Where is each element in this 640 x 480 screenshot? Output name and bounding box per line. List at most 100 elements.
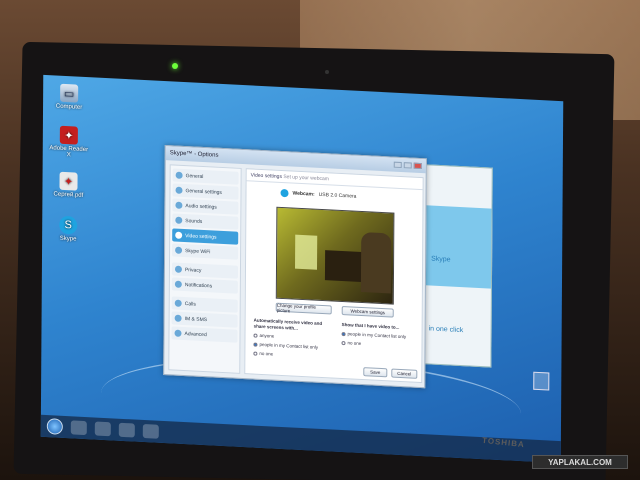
nav-label: Sounds xyxy=(185,217,203,225)
panel-subtitle: Set up your webcam xyxy=(283,174,329,183)
save-button[interactable]: Save xyxy=(363,367,388,378)
options-sidebar: General General settings Audio settings … xyxy=(168,164,242,374)
radio-contacts-only[interactable]: people in my Contact list only xyxy=(253,342,333,352)
minimize-button[interactable] xyxy=(393,161,402,169)
nav-label: Privacy xyxy=(184,266,202,274)
nav-label: Skype WiFi xyxy=(185,247,211,255)
recycle-bin-icon[interactable] xyxy=(533,371,550,391)
taskbar-media-icon[interactable] xyxy=(118,422,135,438)
webcam-lens xyxy=(325,70,329,74)
radio-label: no one xyxy=(347,340,362,347)
radio-selected-icon xyxy=(253,342,258,347)
radio-icon xyxy=(253,333,258,338)
skype-promo-text: in one click xyxy=(428,325,464,335)
nav-notifications[interactable]: Notifications xyxy=(171,277,238,294)
window-title: Skype™ - Options xyxy=(169,150,219,159)
skype-banner xyxy=(422,205,492,289)
show-video-group: Show that I have video to... people in m… xyxy=(341,322,421,350)
nav-privacy[interactable]: Privacy xyxy=(171,262,239,279)
computer-icon: ▭ xyxy=(60,83,79,103)
pdf-file-icon: ✦ xyxy=(59,171,78,191)
taskbar-ie-icon[interactable] xyxy=(70,420,87,436)
desktop-screen: ▭ Computer ✦ Adobe Reader X ✦ Сергей.pdf… xyxy=(40,74,564,464)
nav-skype-wifi[interactable]: Skype WiFi xyxy=(172,243,239,260)
nav-label: Video settings xyxy=(185,232,217,241)
radio-show-contacts[interactable]: people in my Contact list only xyxy=(341,331,422,341)
power-led xyxy=(172,63,178,69)
nav-calls[interactable]: Calls xyxy=(171,296,238,313)
radio-label: anyone xyxy=(259,332,275,339)
start-button[interactable] xyxy=(46,418,63,435)
settings-icon xyxy=(175,186,183,194)
nav-general-settings[interactable]: General settings xyxy=(172,183,239,200)
panel-title: Video settings xyxy=(250,172,282,180)
desktop-icon-label: Сергей.pdf xyxy=(53,191,84,199)
auto-receive-label: Automatically receive video and share sc… xyxy=(253,317,323,331)
radio-label: people in my Contact list only xyxy=(259,341,319,350)
nav-label: IM & SMS xyxy=(184,315,208,323)
gear-icon xyxy=(174,329,182,337)
nav-label: General xyxy=(185,172,204,180)
phone-icon xyxy=(174,299,182,307)
desktop-icon-computer[interactable]: ▭ Computer xyxy=(49,83,89,111)
taskbar-explorer-icon[interactable] xyxy=(94,421,111,437)
radio-icon xyxy=(253,351,258,356)
chat-icon xyxy=(174,314,182,322)
show-video-label: Show that I have video to... xyxy=(341,322,400,330)
lock-icon xyxy=(174,265,182,273)
nav-audio-settings[interactable]: Audio settings xyxy=(172,198,239,215)
general-icon xyxy=(175,171,183,179)
skype-options-window[interactable]: Skype™ - Options General General setting… xyxy=(163,145,427,389)
close-button[interactable] xyxy=(413,162,422,170)
flag-icon xyxy=(174,280,182,288)
panel-header: Video settings Set up your webcam xyxy=(246,169,423,191)
microphone-icon xyxy=(175,201,183,209)
taskbar-skype-icon[interactable] xyxy=(142,423,159,439)
nav-sounds[interactable]: Sounds xyxy=(172,213,239,230)
auto-receive-group: Automatically receive video and share sc… xyxy=(253,318,333,361)
preview-person xyxy=(360,232,392,294)
desktop-icon-adobe-reader[interactable]: ✦ Adobe Reader X xyxy=(49,125,89,159)
watermark-badge: YAPLAKAL.COM xyxy=(532,455,628,469)
nav-label: Calls xyxy=(184,300,196,308)
pdf-icon: ✦ xyxy=(59,125,78,145)
webcam-preview xyxy=(275,206,395,305)
nav-advanced[interactable]: Advanced xyxy=(171,326,238,343)
desktop-icon-pdf-file[interactable]: ✦ Сергей.pdf xyxy=(48,171,88,199)
nav-label: General settings xyxy=(185,187,222,196)
preview-light xyxy=(295,234,318,270)
webcam-select[interactable]: USB 2.0 Camera xyxy=(319,192,357,200)
webcam-settings-button[interactable]: Webcam settings xyxy=(341,306,394,318)
change-picture-button[interactable]: Change your profile picture xyxy=(275,302,332,315)
video-settings-panel: Video settings Set up your webcam Webcam… xyxy=(244,168,424,384)
desktop-icon-label: Skype xyxy=(59,235,77,243)
desktop-icon-skype[interactable]: S Skype xyxy=(48,215,88,243)
desktop-icon-label: Computer xyxy=(55,103,83,111)
speaker-icon xyxy=(175,216,183,224)
webcam-row: Webcam: USB 2.0 Camera xyxy=(280,188,422,204)
radio-label: no one xyxy=(259,350,274,357)
desktop-icon-label: Adobe Reader X xyxy=(49,145,89,159)
radio-anyone[interactable]: anyone xyxy=(253,333,333,343)
radio-icon xyxy=(341,341,346,346)
skype-icon: S xyxy=(59,215,78,235)
radio-show-no-one[interactable]: no one xyxy=(341,340,421,350)
nav-label: Notifications xyxy=(184,281,213,289)
radio-selected-icon xyxy=(341,332,346,337)
radio-no-one[interactable]: no one xyxy=(253,351,333,361)
nav-general[interactable]: General xyxy=(172,168,239,185)
maximize-button[interactable] xyxy=(403,162,412,169)
skype-main-window[interactable]: Skype in one click xyxy=(421,164,493,368)
window-controls xyxy=(393,161,422,170)
nav-im-sms[interactable]: IM & SMS xyxy=(171,311,238,328)
skype-brand-text: Skype xyxy=(431,255,451,264)
webcam-label: Webcam: xyxy=(292,190,315,198)
webcam-icon xyxy=(175,231,183,239)
nav-video-settings[interactable]: Video settings xyxy=(172,228,239,245)
nav-label: Audio settings xyxy=(185,202,217,211)
webcam-icon xyxy=(280,188,289,198)
nav-label: Advanced xyxy=(184,330,207,338)
cancel-button[interactable]: Cancel xyxy=(391,368,418,379)
wifi-icon xyxy=(175,246,183,254)
radio-label: people in my Contact list only xyxy=(347,331,407,340)
